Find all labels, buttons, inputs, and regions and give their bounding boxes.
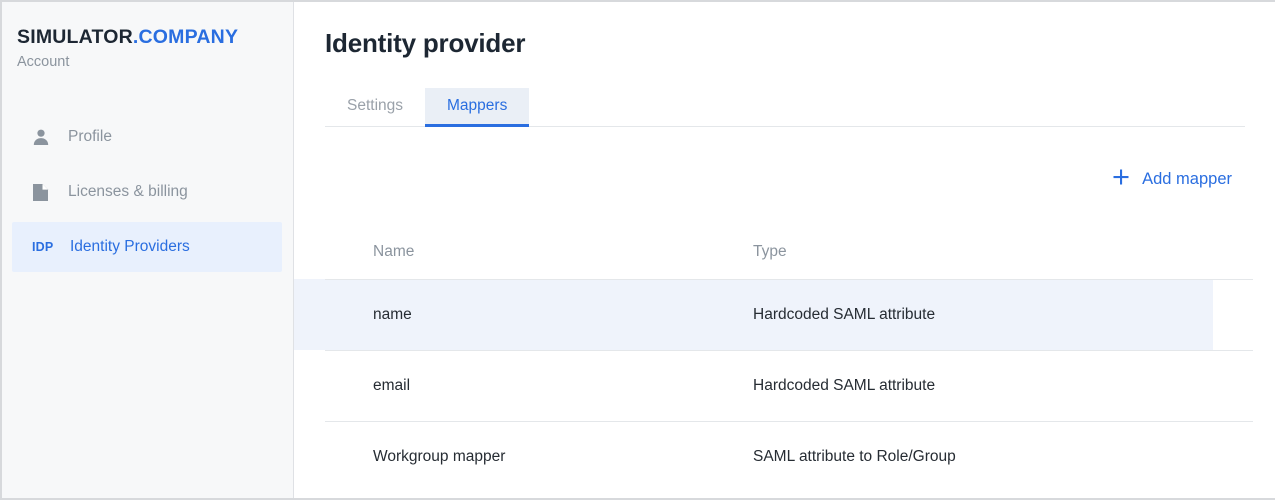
brand-name-main: SIMULATOR [17, 26, 133, 48]
sidebar-item-label: Licenses & billing [68, 183, 188, 200]
cell-type: Hardcoded SAML attribute [753, 377, 936, 394]
brand-subtitle: Account [17, 54, 70, 70]
tab-mappers[interactable]: Mappers [425, 88, 530, 127]
cell-name: email [373, 377, 411, 394]
brand-logo[interactable]: SIMULATOR.COMPANY [17, 26, 238, 49]
sidebar-item-label: Profile [68, 128, 112, 145]
document-icon [32, 183, 54, 202]
cell-type: Hardcoded SAML attribute [753, 306, 936, 323]
add-mapper-label: Add mapper [1142, 170, 1232, 188]
table-row[interactable]: name Hardcoded SAML attribute [325, 279, 1253, 350]
brand-name-accent: .COMPANY [132, 26, 239, 48]
user-icon [32, 128, 54, 146]
cell-type: SAML attribute to Role/Group [753, 448, 956, 465]
add-mapper-button[interactable]: Add mapper [1112, 168, 1232, 191]
sidebar: SIMULATOR.COMPANY Account Profile Licens… [2, 2, 294, 498]
plus-icon [1112, 168, 1130, 191]
table-header-row: Name Type [325, 224, 1253, 279]
sidebar-item-identity-providers[interactable]: IDP Identity Providers [12, 222, 282, 272]
app-window: SIMULATOR.COMPANY Account Profile Licens… [0, 0, 1275, 500]
cell-name: name [373, 306, 412, 323]
mappers-table: Name Type name Hardcoded SAML attribute … [325, 224, 1253, 492]
main-content: Identity provider Settings Mappers Add m… [294, 2, 1275, 498]
column-header-name: Name [373, 242, 415, 260]
column-header-type: Type [753, 242, 787, 260]
sidebar-item-profile[interactable]: Profile [12, 112, 282, 162]
tab-bar: Settings Mappers [325, 88, 1245, 127]
sidebar-item-licenses-billing[interactable]: Licenses & billing [12, 167, 282, 217]
sidebar-nav: Profile Licenses & billing IDP Identity … [2, 112, 294, 277]
cell-name: Workgroup mapper [373, 448, 506, 465]
page-title: Identity provider [325, 28, 526, 58]
table-row[interactable]: Workgroup mapper SAML attribute to Role/… [325, 421, 1253, 492]
table-body: name Hardcoded SAML attribute email Hard… [325, 279, 1253, 492]
tab-settings[interactable]: Settings [325, 88, 425, 127]
sidebar-item-label: Identity Providers [70, 238, 190, 255]
table-row[interactable]: email Hardcoded SAML attribute [325, 350, 1253, 421]
idp-badge-icon: IDP [32, 240, 54, 254]
